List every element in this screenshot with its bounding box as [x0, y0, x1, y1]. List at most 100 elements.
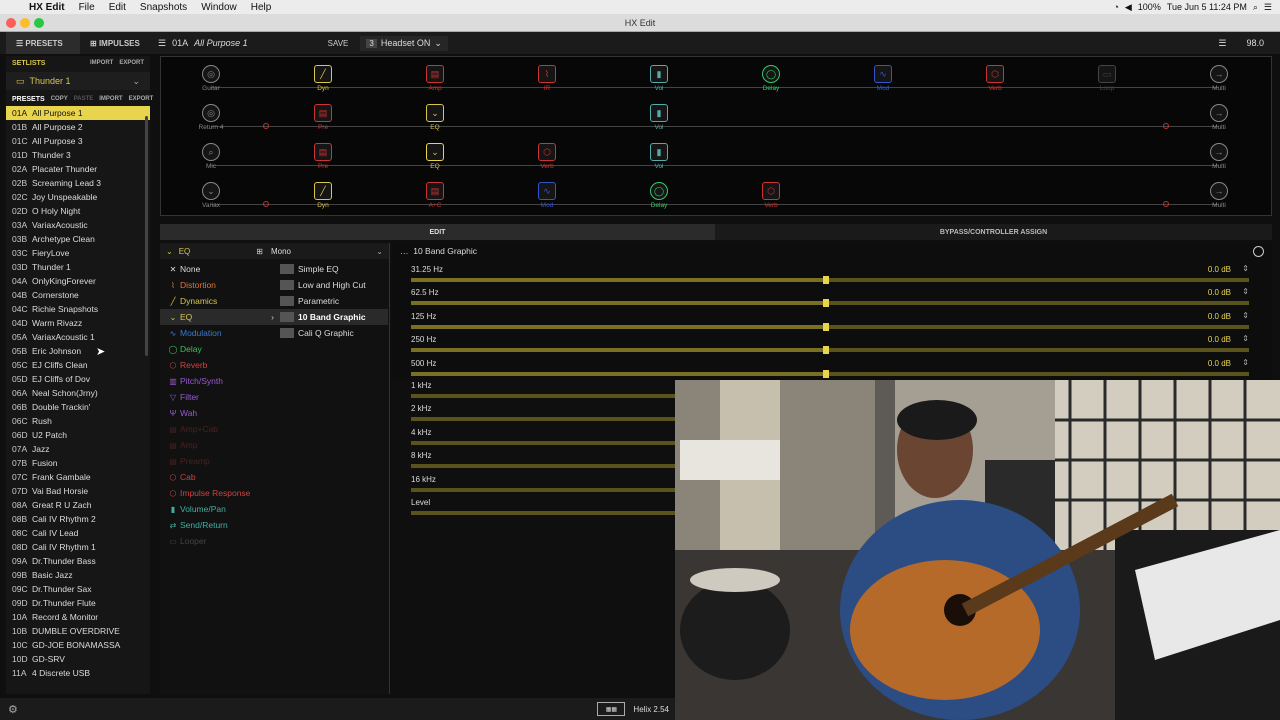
preset-item[interactable]: 09B Basic Jazz: [6, 568, 150, 582]
tab-edit[interactable]: EDIT: [160, 224, 715, 240]
band-slider[interactable]: [411, 299, 1249, 308]
signal-block[interactable]: ╱ Dyn: [311, 182, 335, 209]
signal-block[interactable]: → Multi: [1207, 143, 1231, 170]
signal-block[interactable]: → Multi: [1207, 182, 1231, 209]
slider-knob[interactable]: [823, 299, 829, 308]
preset-item[interactable]: 07A Jazz: [6, 442, 150, 456]
copy-button[interactable]: COPY: [51, 96, 68, 102]
model-item[interactable]: Simple EQ: [278, 261, 388, 277]
sidebar-toggle-icon[interactable]: ☰: [158, 38, 166, 49]
band-value[interactable]: 0.0 dB: [1208, 335, 1231, 344]
model-item[interactable]: 10 Band Graphic: [278, 309, 388, 325]
category-item[interactable]: ▤ Amp: [160, 437, 278, 453]
category-item[interactable]: ⇄ Send/Return: [160, 517, 278, 533]
signal-block[interactable]: ▮ Vol: [647, 143, 671, 170]
category-item[interactable]: ▤ Preamp: [160, 453, 278, 469]
band-value[interactable]: 0.0 dB: [1208, 265, 1231, 274]
menu-help[interactable]: Help: [244, 2, 279, 13]
signal-block[interactable]: ◎ Guitar: [199, 65, 223, 92]
preset-item[interactable]: 11A 4 Discrete USB: [6, 666, 150, 680]
preset-scrollbar[interactable]: [145, 116, 148, 356]
preset-item[interactable]: 01B All Purpose 2: [6, 120, 150, 134]
band-slider[interactable]: [411, 394, 681, 398]
menu-edit[interactable]: Edit: [102, 2, 133, 13]
category-item[interactable]: ⬡ Cab: [160, 469, 278, 485]
category-item[interactable]: ▥ Pitch/Synth: [160, 373, 278, 389]
signal-block[interactable]: ▤ Pre: [311, 143, 335, 170]
signal-block[interactable]: ▭ Loop: [1095, 65, 1119, 92]
preset-item[interactable]: 10D GD-SRV: [6, 652, 150, 666]
preset-item[interactable]: 08D Cali IV Rhythm 1: [6, 540, 150, 554]
close-window-button[interactable]: [6, 18, 16, 28]
merge-dot-icon[interactable]: [1163, 201, 1169, 207]
signal-block[interactable]: ⌇ IR: [535, 65, 559, 92]
band-slider[interactable]: [411, 322, 1249, 331]
preset-item[interactable]: 07B Fusion: [6, 456, 150, 470]
category-item[interactable]: ╱ Dynamics: [160, 293, 278, 309]
slider-knob[interactable]: [823, 276, 829, 284]
setlist-select[interactable]: ▭ Thunder 1 ⌄: [6, 72, 150, 90]
signal-block[interactable]: → Multi: [1207, 104, 1231, 131]
category-item[interactable]: ⌄ EQ ›: [160, 309, 278, 325]
preset-item[interactable]: 08A Great R U Zach: [6, 498, 150, 512]
stepper-icon[interactable]: ⇕: [1242, 264, 1249, 273]
preset-item[interactable]: 05B Eric Johnson: [6, 344, 150, 358]
menu-icon[interactable]: ☰: [1218, 38, 1226, 49]
search-icon[interactable]: ⌕: [1253, 2, 1258, 13]
preset-item[interactable]: 06A Neal Schon(Jrny): [6, 386, 150, 400]
preset-item[interactable]: 08B Cali IV Rhythm 2: [6, 512, 150, 526]
signal-block[interactable]: ∿ Mod: [535, 182, 559, 209]
menu-list-icon[interactable]: ☰: [1264, 2, 1272, 13]
category-item[interactable]: ⬡ Impulse Response: [160, 485, 278, 501]
category-item[interactable]: ▤ Amp+Cab: [160, 421, 278, 437]
preset-item[interactable]: 05A VariaxAcoustic 1: [6, 330, 150, 344]
category-item[interactable]: ▮ Volume/Pan: [160, 501, 278, 517]
setlists-import-button[interactable]: IMPORT: [90, 60, 113, 66]
preset-item[interactable]: 03A VariaxAcoustic: [6, 218, 150, 232]
band-slider[interactable]: [411, 464, 681, 469]
category-item[interactable]: ▭ Looper: [160, 533, 278, 549]
preset-item[interactable]: 07D Vai Bad Horsie: [6, 484, 150, 498]
preset-item[interactable]: 01D Thunder 3: [6, 148, 150, 162]
preset-item[interactable]: 03C FieryLove: [6, 246, 150, 260]
preset-item[interactable]: 05D EJ Cliffs of Dov: [6, 372, 150, 386]
preset-item[interactable]: 02C Joy Unspeakable: [6, 190, 150, 204]
stepper-icon[interactable]: ⇕: [1242, 358, 1249, 367]
presets-export-button[interactable]: EXPORT: [129, 96, 154, 102]
signal-block[interactable]: ╱ Dyn: [311, 65, 335, 92]
band-value[interactable]: 0.0 dB: [1208, 359, 1231, 368]
preset-item[interactable]: 03D Thunder 1: [6, 260, 150, 274]
signal-block[interactable]: ▮ Vol: [647, 104, 671, 131]
tab-impulses[interactable]: ⊞ IMPULSES: [80, 32, 150, 54]
preset-item[interactable]: 04D Warm Rivazz: [6, 316, 150, 330]
preset-item[interactable]: 02D O Holy Night: [6, 204, 150, 218]
preset-item[interactable]: 06D U2 Patch: [6, 428, 150, 442]
preset-item[interactable]: 09C Dr.Thunder Sax: [6, 582, 150, 596]
volume-icon[interactable]: ◀: [1125, 2, 1132, 13]
merge-dot-icon[interactable]: [1163, 123, 1169, 129]
signal-block[interactable]: ⌕ Mic: [199, 143, 223, 170]
minimize-window-button[interactable]: [20, 18, 30, 28]
stepper-icon[interactable]: ⇕: [1242, 334, 1249, 343]
category-item[interactable]: Ψ Wah: [160, 405, 278, 421]
preset-item[interactable]: 06B Double Trackin': [6, 400, 150, 414]
slider-knob[interactable]: [823, 346, 829, 355]
preset-item[interactable]: 01A All Purpose 1: [6, 106, 150, 120]
preset-item[interactable]: 10B DUMBLE OVERDRIVE: [6, 624, 150, 638]
tab-presets[interactable]: ☰ PRESETS: [6, 32, 80, 54]
signal-block[interactable]: ⌄ EQ: [423, 104, 447, 131]
paste-button[interactable]: PASTE: [74, 96, 94, 102]
preset-item[interactable]: 04B Cornerstone: [6, 288, 150, 302]
preset-item[interactable]: 10A Record & Monitor: [6, 610, 150, 624]
stepper-icon[interactable]: ⇕: [1242, 287, 1249, 296]
band-value[interactable]: 0.0 dB: [1208, 288, 1231, 297]
signal-block[interactable]: ◎ Return 4: [199, 104, 223, 131]
preset-item[interactable]: 07C Frank Gambale: [6, 470, 150, 484]
preset-item[interactable]: 10C GD-JOE BONAMASSA: [6, 638, 150, 652]
preset-item[interactable]: 04A OnlyKingForever: [6, 274, 150, 288]
snapshot-select[interactable]: 3 Headset ON ⌄: [360, 35, 448, 51]
preset-item[interactable]: 02B Screaming Lead 3: [6, 176, 150, 190]
band-value[interactable]: 0.0 dB: [1208, 312, 1231, 321]
preset-item[interactable]: 06C Rush: [6, 414, 150, 428]
stepper-icon[interactable]: ⇕: [1242, 311, 1249, 320]
